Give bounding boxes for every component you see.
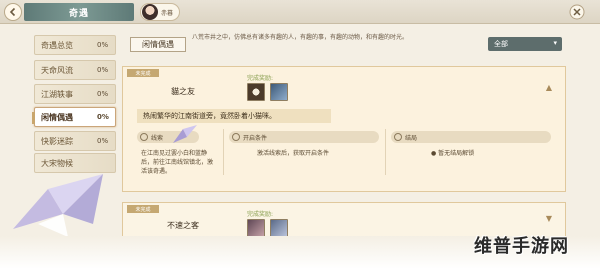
sidebar-item-xianqing[interactable]: 闲情偶遇 0% <box>32 107 116 127</box>
sidebar-item-percent: 0% <box>97 41 109 49</box>
sidebar-item-percent: 0% <box>97 113 109 121</box>
phase-condition-text: 激活线索后，获取开启条件 <box>257 150 330 157</box>
chevron-down-icon: ▾ <box>553 39 557 47</box>
sidebar-item-tianming[interactable]: 天命风流 0% <box>34 60 116 80</box>
close-button[interactable] <box>566 2 588 22</box>
adventure-card[interactable]: 未完成 貓之友 完成奖励: ▲ 热闹繁华的江南街道旁，竟然卧着小猫咪。 线索 在… <box>122 66 566 192</box>
reward-label: 完成奖励: <box>247 211 274 218</box>
sidebar-item-overview[interactable]: 奇遇总览 0% <box>34 35 116 55</box>
watermark-text: 维普手游网 <box>474 236 569 257</box>
adventure-name: 貓之友 <box>171 87 195 96</box>
divider <box>385 129 386 175</box>
collapse-icon[interactable]: ▲ <box>543 82 555 92</box>
page-title: 奇遇 <box>24 3 134 21</box>
expand-icon[interactable]: ▼ <box>543 213 555 223</box>
sidebar-item-label: 闲情偶遇 <box>41 112 73 122</box>
paper-crane-decoration <box>13 174 103 237</box>
filter-value: 全部 <box>494 40 508 48</box>
phase-ending-label: 结局 <box>391 131 551 143</box>
sidebar-item-label: 奇遇总览 <box>41 40 73 50</box>
sidebar-item-percent: 0% <box>97 90 109 98</box>
sidebar-item-label: 天命风流 <box>41 65 73 75</box>
divider <box>223 129 224 175</box>
ending-icon <box>394 133 402 141</box>
filter-dropdown[interactable]: 全部 ▾ <box>488 37 562 51</box>
condition-icon <box>232 133 240 141</box>
player-badge[interactable]: 赤暮 <box>140 3 180 21</box>
back-arrow-icon <box>9 7 16 17</box>
adventure-name: 不速之客 <box>167 221 199 230</box>
player-name: 赤暮 <box>161 9 174 17</box>
reward-label: 完成奖励: <box>247 75 274 82</box>
reward-item-icon[interactable] <box>270 83 288 101</box>
phase-clue-text: 在江南见过罢小白和蓝静后，前往江南线馆镇北，激活该奇遇。 <box>141 150 214 175</box>
sidebar-item-label: 江湖轶事 <box>41 89 73 99</box>
close-icon <box>569 4 585 20</box>
sidebar-item-label: 大宋物候 <box>41 158 73 168</box>
adventure-quote: 热闹繁华的江南街道旁，竟然卧着小猫咪。 <box>137 109 331 123</box>
sidebar-item-percent: 0% <box>97 137 109 145</box>
reward-item-icon[interactable] <box>270 219 288 237</box>
sidebar-item-kuaiying[interactable]: 快影迷踪 0% <box>34 131 116 151</box>
category-description: 八荒市井之中，仿佛总有诸多有趣的人，有趣的事，有趣的动物，和有趣的时光。 <box>192 34 409 41</box>
back-button[interactable] <box>4 3 22 21</box>
phase-condition-label: 开启条件 <box>229 131 379 143</box>
sidebar-item-jianghu[interactable]: 江湖轶事 0% <box>34 84 116 104</box>
status-badge: 未完成 <box>127 69 159 77</box>
clue-icon <box>140 133 148 141</box>
sidebar-item-percent: 0% <box>97 66 109 74</box>
sidebar-item-label: 快影迷踪 <box>41 136 73 146</box>
category-tag: 闲情偶遇 <box>130 37 186 52</box>
phase-ending-text: ● 暂无结局解锁 <box>431 150 475 157</box>
status-badge: 未完成 <box>127 205 159 213</box>
reward-item-icon[interactable] <box>247 219 265 237</box>
reward-item-icon[interactable] <box>247 83 265 101</box>
avatar <box>142 4 158 20</box>
paper-crane-icon <box>173 125 197 143</box>
